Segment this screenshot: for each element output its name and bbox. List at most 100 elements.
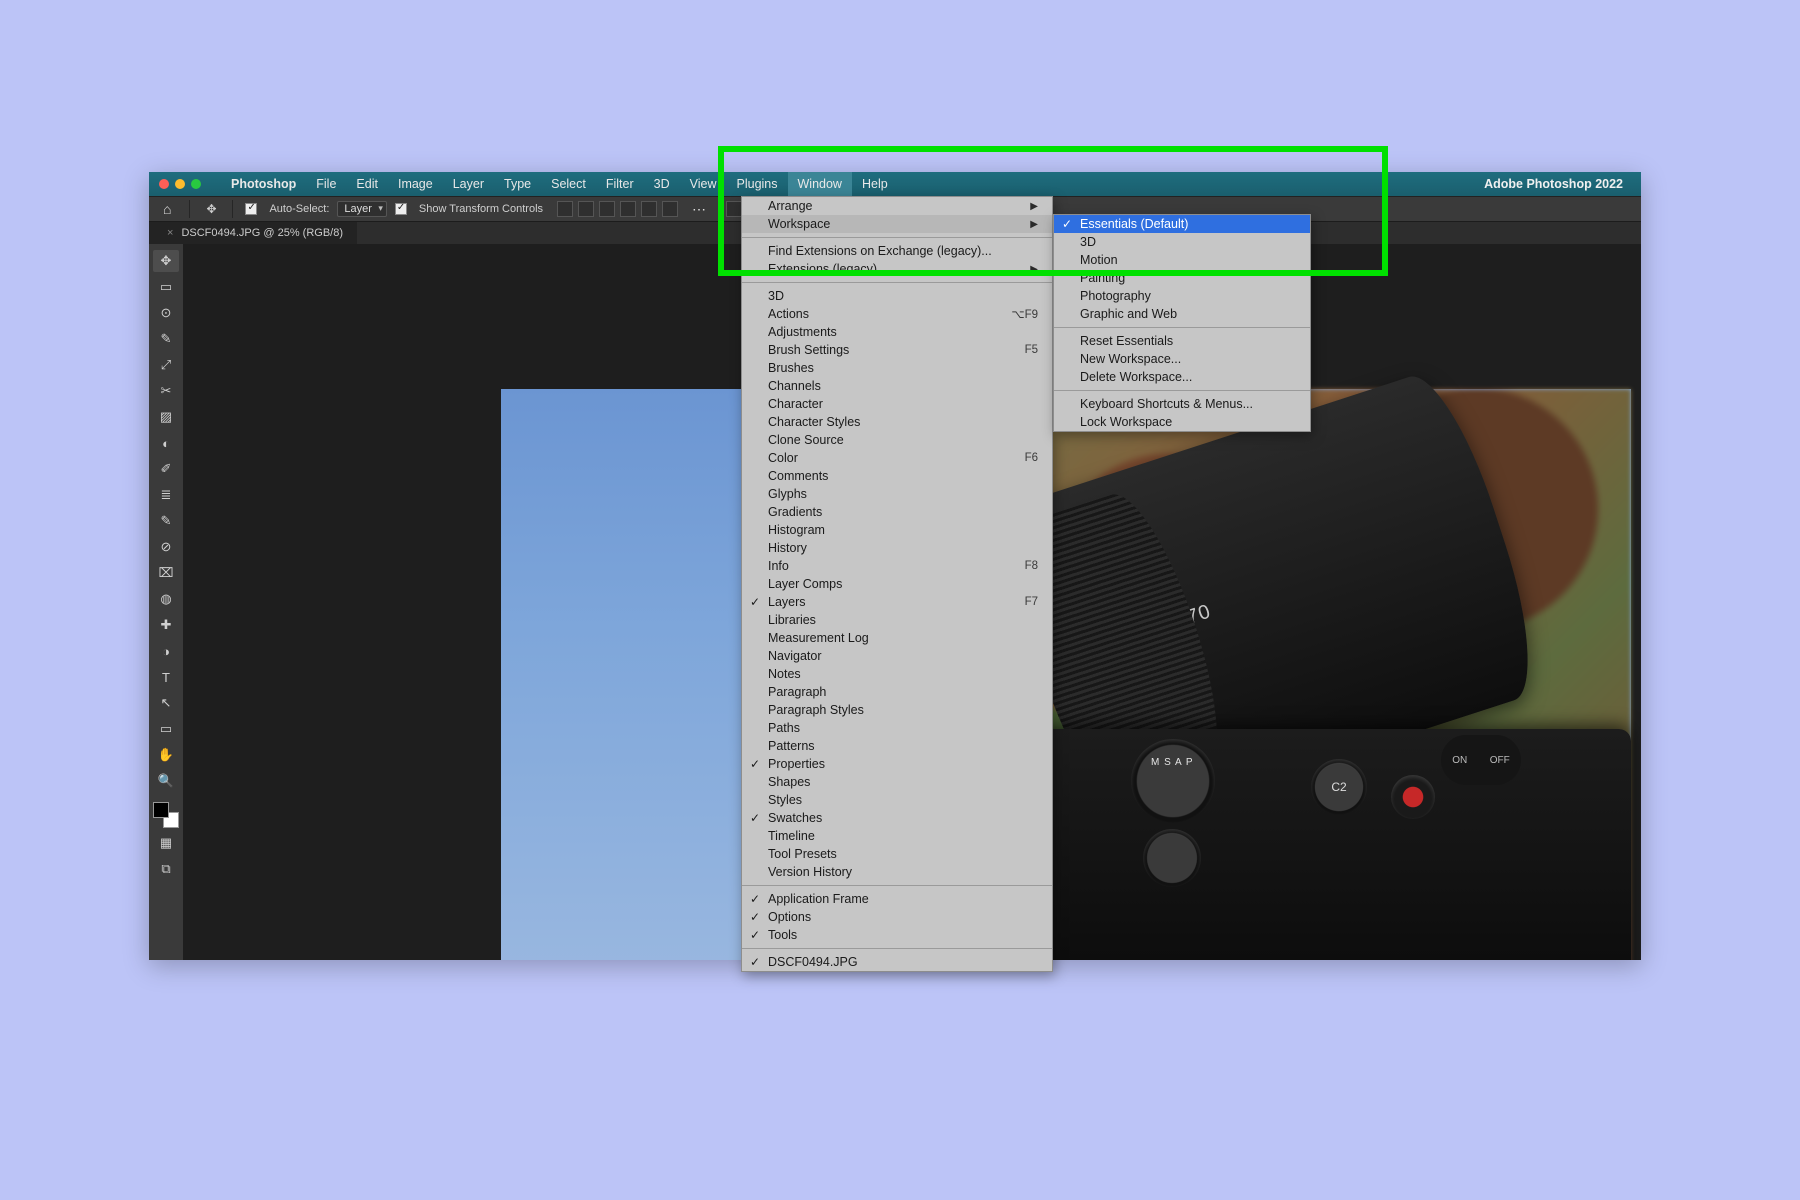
- tool-button[interactable]: ↖: [153, 692, 179, 714]
- menu-select[interactable]: Select: [541, 172, 596, 196]
- menu-file[interactable]: File: [306, 172, 346, 196]
- zoom-icon[interactable]: [191, 179, 201, 189]
- foreground-background-colors[interactable]: [153, 802, 179, 828]
- menu-item[interactable]: Paragraph Styles: [742, 701, 1052, 719]
- menu-help[interactable]: Help: [852, 172, 898, 196]
- menu-item[interactable]: Arrange▶: [742, 197, 1052, 215]
- menu-item[interactable]: Comments: [742, 467, 1052, 485]
- menu-item[interactable]: ColorF6: [742, 449, 1052, 467]
- layer-kind-select[interactable]: Layer: [337, 201, 387, 217]
- move-tool-icon[interactable]: ✥: [202, 202, 220, 216]
- menu-item[interactable]: Adjustments: [742, 323, 1052, 341]
- menu-item[interactable]: 3D: [742, 287, 1052, 305]
- menu-item[interactable]: Clone Source: [742, 431, 1052, 449]
- menu-item[interactable]: History: [742, 539, 1052, 557]
- menu-item[interactable]: Shapes: [742, 773, 1052, 791]
- menu-item[interactable]: Keyboard Shortcuts & Menus...: [1054, 395, 1310, 413]
- tool-button[interactable]: ≣: [153, 484, 179, 506]
- menu-item[interactable]: LayersF7: [742, 593, 1052, 611]
- tool-button[interactable]: ✚: [153, 614, 179, 636]
- menu-item[interactable]: 3D: [1054, 233, 1310, 251]
- menu-item[interactable]: Character: [742, 395, 1052, 413]
- menu-edit[interactable]: Edit: [346, 172, 388, 196]
- align-icon[interactable]: [726, 201, 742, 217]
- align-icon[interactable]: [662, 201, 678, 217]
- menu-filter[interactable]: Filter: [596, 172, 644, 196]
- menu-item[interactable]: Tools: [742, 926, 1052, 944]
- menu-item[interactable]: Styles: [742, 791, 1052, 809]
- menu-item[interactable]: Gradients: [742, 503, 1052, 521]
- tool-button[interactable]: ✎: [153, 328, 179, 350]
- align-icon[interactable]: [599, 201, 615, 217]
- tool-button[interactable]: ▭: [153, 276, 179, 298]
- menu-item[interactable]: Photography: [1054, 287, 1310, 305]
- tool-button[interactable]: ✋: [153, 744, 179, 766]
- menu-item[interactable]: Motion: [1054, 251, 1310, 269]
- tool-button[interactable]: ⌧: [153, 562, 179, 584]
- home-icon[interactable]: ⌂: [157, 201, 177, 217]
- menu-item[interactable]: Painting: [1054, 269, 1310, 287]
- auto-select-checkbox[interactable]: [245, 203, 257, 215]
- menu-image[interactable]: Image: [388, 172, 443, 196]
- menu-item[interactable]: Patterns: [742, 737, 1052, 755]
- tool-button[interactable]: ◐: [153, 432, 179, 454]
- menu-item[interactable]: Find Extensions on Exchange (legacy)...: [742, 242, 1052, 260]
- menu-item[interactable]: Notes: [742, 665, 1052, 683]
- more-options-icon[interactable]: ⋯: [686, 201, 712, 218]
- menu-item[interactable]: Properties: [742, 755, 1052, 773]
- tool-button[interactable]: ◍: [153, 588, 179, 610]
- menu-item[interactable]: Lock Workspace: [1054, 413, 1310, 431]
- menu-item[interactable]: Measurement Log: [742, 629, 1052, 647]
- menu-item[interactable]: Workspace▶: [742, 215, 1052, 233]
- menu-item[interactable]: Graphic and Web: [1054, 305, 1310, 323]
- tool-button[interactable]: T: [153, 666, 179, 688]
- tool-button[interactable]: ✂: [153, 380, 179, 402]
- tool-button[interactable]: ⧉: [153, 858, 179, 880]
- menu-item[interactable]: Brushes: [742, 359, 1052, 377]
- align-icon[interactable]: [578, 201, 594, 217]
- document-tab[interactable]: × DSCF0494.JPG @ 25% (RGB/8): [149, 222, 357, 244]
- menu-item[interactable]: Navigator: [742, 647, 1052, 665]
- menu-item[interactable]: Swatches: [742, 809, 1052, 827]
- tool-button[interactable]: ⊙: [153, 302, 179, 324]
- menu-item[interactable]: Timeline: [742, 827, 1052, 845]
- menu-3d[interactable]: 3D: [644, 172, 680, 196]
- tool-button[interactable]: ✐: [153, 458, 179, 480]
- tool-button[interactable]: ▭: [153, 718, 179, 740]
- menu-item[interactable]: Options: [742, 908, 1052, 926]
- minimize-icon[interactable]: [175, 179, 185, 189]
- menu-item[interactable]: Paths: [742, 719, 1052, 737]
- menu-item[interactable]: Glyphs: [742, 485, 1052, 503]
- menu-item[interactable]: New Workspace...: [1054, 350, 1310, 368]
- menu-item[interactable]: Essentials (Default): [1054, 215, 1310, 233]
- menu-item[interactable]: Tool Presets: [742, 845, 1052, 863]
- align-icon[interactable]: [641, 201, 657, 217]
- close-icon[interactable]: [159, 179, 169, 189]
- menu-item[interactable]: Version History: [742, 863, 1052, 881]
- show-transform-checkbox[interactable]: [395, 203, 407, 215]
- menu-item[interactable]: DSCF0494.JPG: [742, 953, 1052, 971]
- tool-button[interactable]: ▦: [153, 832, 179, 854]
- menu-item[interactable]: Channels: [742, 377, 1052, 395]
- tool-button[interactable]: ⊘: [153, 536, 179, 558]
- menu-item[interactable]: Paragraph: [742, 683, 1052, 701]
- menu-item[interactable]: Histogram: [742, 521, 1052, 539]
- menu-item[interactable]: Delete Workspace...: [1054, 368, 1310, 386]
- align-icon[interactable]: [557, 201, 573, 217]
- menu-item[interactable]: Application Frame: [742, 890, 1052, 908]
- menu-item[interactable]: Brush SettingsF5: [742, 341, 1052, 359]
- menu-item[interactable]: Extensions (legacy)▶: [742, 260, 1052, 278]
- align-icon[interactable]: [620, 201, 636, 217]
- tool-button[interactable]: ▨: [153, 406, 179, 428]
- menu-layer[interactable]: Layer: [443, 172, 494, 196]
- tool-button[interactable]: 🔍: [153, 770, 179, 792]
- menu-item[interactable]: Character Styles: [742, 413, 1052, 431]
- menu-window[interactable]: Window: [788, 172, 852, 196]
- menu-view[interactable]: View: [680, 172, 727, 196]
- tool-button[interactable]: ✎: [153, 510, 179, 532]
- close-tab-icon[interactable]: ×: [167, 227, 173, 239]
- menu-item[interactable]: Reset Essentials: [1054, 332, 1310, 350]
- menu-item[interactable]: Layer Comps: [742, 575, 1052, 593]
- menu-item[interactable]: Actions⌥F9: [742, 305, 1052, 323]
- tool-button[interactable]: ⤢: [153, 354, 179, 376]
